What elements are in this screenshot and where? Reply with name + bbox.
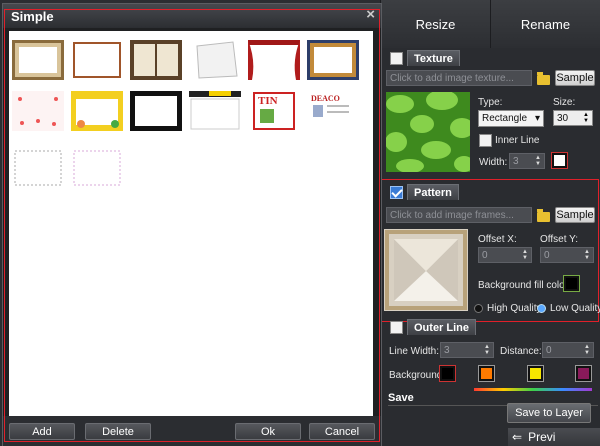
delete-button[interactable]: Delete [85, 423, 151, 440]
outer-line-checkbox[interactable] [390, 320, 403, 334]
line-width-stepper[interactable]: 3 ▲ ▼ [440, 342, 494, 358]
dialog-title: Simple [11, 9, 54, 24]
pattern-folder-icon[interactable] [537, 209, 550, 222]
bg-fill-color-swatch[interactable] [563, 275, 580, 292]
offset-y-stepper[interactable]: 0 ▲ ▼ [540, 247, 594, 263]
thumb-text-tin: TIN [258, 95, 278, 107]
bg-fill-color-label: Background fill color: [478, 280, 571, 291]
stepper-arrows-icon[interactable]: ▲ ▼ [583, 112, 589, 124]
pattern-sample-button[interactable]: Sample [555, 207, 595, 223]
frame-thumbnail[interactable] [248, 40, 300, 80]
frame-thumbnail[interactable] [71, 148, 123, 188]
frame-thumbnail[interactable] [71, 40, 123, 80]
inner-line-checkbox[interactable] [479, 134, 492, 147]
frame-thumbnail[interactable] [307, 40, 359, 80]
offset-x-value: 0 [482, 249, 488, 261]
line-width-value: 3 [444, 344, 450, 356]
stepper-arrows-icon[interactable]: ▲ ▼ [484, 344, 490, 356]
purple-fill [578, 368, 589, 379]
cancel-button[interactable]: Cancel [309, 423, 375, 440]
yellow-swatch[interactable] [527, 365, 544, 382]
preview-button[interactable]: ⇐ Previ [508, 428, 600, 446]
close-icon[interactable]: × [366, 6, 375, 23]
yellow-fill [530, 368, 541, 379]
texture-width-stepper[interactable]: 3 ▲ ▼ [509, 153, 545, 169]
high-quality-label: High Quality [487, 303, 542, 314]
pattern-preview [384, 229, 468, 311]
high-quality-radio[interactable] [474, 304, 483, 313]
top-tab-bar: Resize Rename [380, 0, 600, 48]
texture-width-value: 3 [513, 155, 519, 167]
offset-x-label: Offset X: [478, 234, 517, 245]
pattern-path-input[interactable]: Click to add image frames... [386, 207, 532, 223]
frame-thumbnail-grid: TIN DEACO [9, 31, 373, 416]
distance-stepper[interactable]: 0 ▲ ▼ [542, 342, 594, 358]
arrow-left-icon: ⇐ [512, 430, 523, 444]
inner-line-label: Inner Line [495, 135, 540, 146]
frame-thumbnail[interactable] [12, 40, 64, 80]
texture-size-stepper[interactable]: 30 ▲ ▼ [553, 110, 593, 126]
orange-fill [481, 368, 492, 379]
frame-thumbnail[interactable] [189, 91, 241, 131]
texture-checkbox[interactable] [390, 51, 403, 65]
texture-width-label: Width: [479, 157, 508, 168]
offset-y-label: Offset Y: [540, 234, 578, 245]
color-gradient-slider[interactable] [474, 388, 592, 391]
offset-y-value: 0 [544, 249, 550, 261]
frame-thumbnail[interactable] [189, 40, 241, 80]
texture-sample-button[interactable]: Sample [555, 70, 595, 86]
save-section-label: Save [388, 392, 414, 404]
chevron-down-icon: ▾ [534, 113, 540, 124]
stepper-arrows-icon[interactable]: ▲ ▼ [535, 155, 541, 167]
frame-thumbnail[interactable] [71, 91, 123, 131]
frame-thumbnail[interactable]: DEACO [307, 91, 359, 131]
stepper-arrows-icon[interactable]: ▲ ▼ [584, 249, 590, 261]
settings-panel: Texture Click to add image texture... Sa… [380, 48, 600, 446]
texture-type-value: Rectangle [482, 113, 528, 124]
stepper-arrows-icon[interactable]: ▲ ▼ [584, 344, 590, 356]
frame-thumbnail[interactable] [130, 91, 182, 131]
dialog-title-bar: Simple [3, 4, 381, 28]
dialog-footer: Add Delete Ok Cancel [3, 416, 381, 446]
tab-rename[interactable]: Rename [490, 0, 600, 48]
texture-section-label: Texture [407, 50, 460, 66]
purple-swatch[interactable] [575, 365, 592, 382]
save-to-layer-button[interactable]: Save to Layer [507, 403, 591, 423]
line-width-label: Line Width: [389, 346, 440, 357]
distance-value: 0 [546, 344, 552, 356]
orange-swatch[interactable] [478, 365, 495, 382]
frame-thumbnail[interactable] [12, 91, 64, 131]
thumb-text-deaco: DEACO [311, 94, 340, 103]
pattern-checkbox[interactable] [390, 185, 403, 199]
texture-path-input[interactable]: Click to add image texture... [386, 70, 532, 86]
frame-picker-dialog: Simple × TIN DEACO Add Delete Ok Cancel [2, 3, 382, 446]
frame-thumbnail[interactable] [12, 148, 64, 188]
pattern-header: Pattern [390, 184, 459, 200]
pattern-section-label: Pattern [407, 184, 459, 200]
frame-thumbnail[interactable]: TIN [248, 91, 300, 131]
texture-preview [386, 92, 470, 172]
app-root: Resize Rename Texture Click to add image… [0, 0, 600, 446]
distance-label: Distance: [500, 346, 542, 357]
ok-button[interactable]: Ok [235, 423, 301, 440]
frame-thumbnail[interactable] [130, 40, 182, 80]
texture-size-label: Size: [553, 97, 576, 108]
background-label: Background [389, 370, 443, 381]
low-quality-label: Low Quality [550, 303, 600, 314]
offset-x-stepper[interactable]: 0 ▲ ▼ [478, 247, 532, 263]
texture-size-value: 30 [557, 112, 569, 124]
stepper-arrows-icon[interactable]: ▲ ▼ [522, 249, 528, 261]
low-quality-radio[interactable] [537, 304, 546, 313]
outer-line-header: Outer Line [390, 319, 477, 335]
tab-resize[interactable]: Resize [380, 0, 490, 48]
outer-line-section-label: Outer Line [407, 319, 477, 335]
outer-bg-swatch[interactable] [439, 365, 456, 382]
add-button[interactable]: Add [9, 423, 75, 440]
texture-folder-icon[interactable] [537, 72, 550, 85]
texture-color-swatch[interactable] [551, 152, 568, 169]
preview-label: Previ [528, 430, 556, 444]
texture-header: Texture [390, 50, 460, 66]
texture-type-select[interactable]: Rectangle ▾ [478, 110, 544, 127]
texture-type-label: Type: [478, 97, 503, 108]
